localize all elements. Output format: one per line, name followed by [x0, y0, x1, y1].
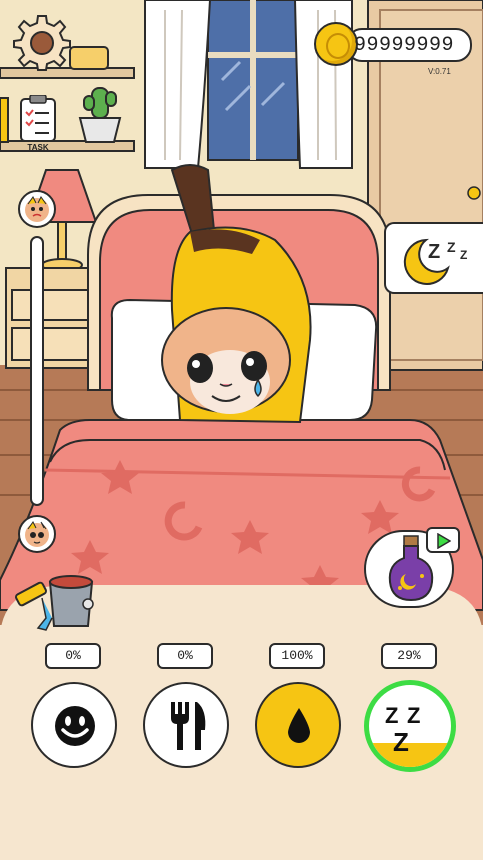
sleep-button[interactable]: Z Z Z [364, 680, 456, 772]
smiley-icon [55, 706, 95, 746]
game-scene: TASK 99999999 V:0.71 Z Z Z 0% 0% 100% 29… [0, 0, 483, 860]
clipboard-icon [20, 95, 56, 142]
svg-text:Z: Z [447, 239, 456, 255]
coin-counter: 99999999 [314, 22, 474, 66]
food-percent: 0% [157, 643, 213, 669]
banana-cat-character[interactable] [150, 160, 330, 430]
water-button[interactable] [255, 682, 341, 768]
svg-text:Z: Z [460, 248, 467, 262]
svg-text:Z: Z [428, 241, 440, 263]
watch-ad-play-button[interactable] [426, 527, 460, 553]
task-button[interactable]: TASK [15, 95, 61, 157]
paint-bucket-icon[interactable] [12, 568, 102, 634]
water-percent: 100% [269, 643, 325, 669]
play-icon [437, 533, 451, 549]
water-drop-icon [288, 708, 310, 743]
fun-button[interactable] [31, 682, 117, 768]
sad-cat-avatar-icon[interactable] [18, 515, 56, 553]
sleep-percent: 29% [381, 643, 437, 669]
svg-text:Z: Z [393, 727, 409, 755]
sleep-bubble[interactable]: Z Z Z [384, 222, 483, 294]
version-label: V:0.71 [428, 67, 451, 76]
svg-text:Z: Z [385, 703, 398, 728]
mood-slider-track[interactable] [30, 236, 44, 506]
coin-icon [314, 22, 358, 66]
zzz-icon: Z Z Z [385, 703, 420, 755]
settings-gear-icon[interactable] [12, 12, 72, 72]
fork-knife-icon [171, 702, 206, 750]
fun-percent: 0% [45, 643, 101, 669]
svg-text:Z: Z [407, 703, 420, 728]
moon-zzz-icon: Z Z Z [403, 238, 467, 285]
food-button[interactable] [143, 682, 229, 768]
task-label: TASK [27, 143, 49, 152]
angry-cat-avatar-icon [18, 190, 56, 228]
coin-amount: 99999999 [354, 34, 455, 57]
